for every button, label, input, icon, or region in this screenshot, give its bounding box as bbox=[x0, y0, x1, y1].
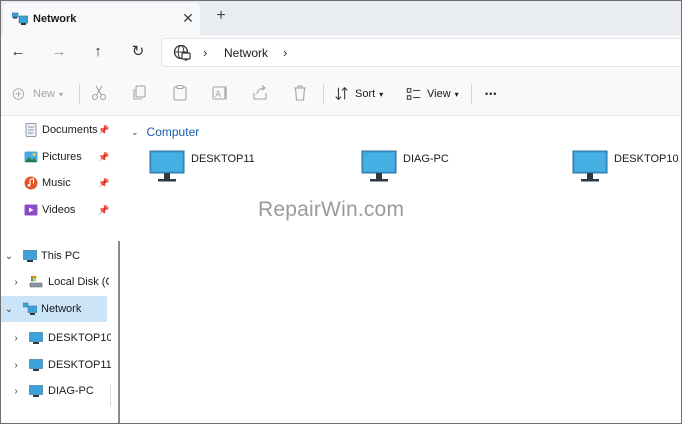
breadcrumb-network[interactable]: Network bbox=[224, 46, 268, 60]
chevron-down-icon[interactable]: ⌄ bbox=[3, 304, 15, 315]
videos-icon bbox=[24, 204, 38, 216]
tab-strip: Network ✕ + bbox=[1, 1, 681, 35]
file-explorer-window: Network ✕ + ← → ↑ ↻ › Network › New ▾ A … bbox=[0, 0, 682, 424]
new-button[interactable]: New ▾ bbox=[12, 83, 63, 105]
sidebar-item-label: DESKTOP10 bbox=[48, 332, 111, 344]
chevron-right-icon[interactable]: › bbox=[283, 45, 287, 60]
music-icon bbox=[24, 176, 38, 190]
network-icon bbox=[12, 12, 28, 25]
pane-divider bbox=[110, 384, 111, 406]
computer-label: DIAG-PC bbox=[403, 153, 449, 165]
close-tab-icon[interactable]: ✕ bbox=[179, 9, 197, 27]
sidebar-item-label: Pictures bbox=[42, 151, 82, 163]
computer-icon bbox=[29, 385, 43, 397]
pin-icon[interactable]: 📌 bbox=[98, 152, 109, 163]
this-pc-icon bbox=[23, 250, 37, 262]
tab-network[interactable]: Network ✕ bbox=[3, 3, 200, 35]
command-bar: New ▾ A Sort ▾ View ▾ ••• bbox=[1, 71, 681, 116]
sidebar-item-pictures[interactable]: Pictures 📌 bbox=[1, 144, 111, 170]
chevron-down-icon: ⌄ bbox=[131, 126, 139, 137]
computer-label: DESKTOP10 bbox=[614, 153, 679, 165]
chevron-right-icon[interactable]: › bbox=[10, 386, 22, 397]
refresh-button[interactable]: ↻ bbox=[126, 40, 150, 64]
copy-icon[interactable] bbox=[131, 84, 149, 102]
navigation-pane: Documents 📌 Pictures 📌 Music 📌 Videos 📌 … bbox=[1, 116, 119, 423]
navigation-bar: ← → ↑ ↻ › Network › bbox=[1, 35, 681, 71]
sidebar-item-desktop10[interactable]: › DESKTOP10 bbox=[1, 325, 111, 351]
sidebar-item-network[interactable]: ⌄ Network bbox=[1, 296, 107, 322]
view-label: View bbox=[427, 88, 451, 100]
sort-icon bbox=[335, 87, 348, 101]
new-label: New bbox=[33, 88, 56, 100]
computer-item-desktop11[interactable]: DESKTOP11 bbox=[149, 150, 309, 186]
chevron-right-icon[interactable]: › bbox=[10, 333, 22, 344]
new-tab-button[interactable]: + bbox=[212, 7, 230, 25]
sidebar-item-label: Local Disk (C: bbox=[48, 276, 109, 288]
sidebar-item-label: Documents bbox=[42, 124, 98, 136]
sort-label: Sort bbox=[355, 88, 376, 100]
pin-icon[interactable]: 📌 bbox=[98, 178, 109, 189]
cut-icon[interactable] bbox=[90, 84, 108, 102]
chevron-down-icon: ▾ bbox=[59, 89, 64, 99]
back-button[interactable]: ← bbox=[6, 40, 30, 64]
sidebar-item-label: DIAG-PC bbox=[48, 385, 94, 397]
pin-icon[interactable]: 📌 bbox=[98, 205, 109, 216]
file-list-area: ⌄ Computer DESKTOP11 DIAG-PC DESKTOP10 R… bbox=[121, 116, 681, 423]
forward-button[interactable]: → bbox=[47, 40, 71, 64]
pin-icon[interactable]: 📌 bbox=[98, 125, 109, 136]
computer-icon bbox=[29, 359, 43, 371]
globe-network-icon bbox=[173, 44, 191, 61]
chevron-right-icon[interactable]: › bbox=[10, 360, 22, 371]
toolbar-divider bbox=[79, 84, 80, 104]
sidebar-item-label: Videos bbox=[42, 204, 76, 216]
up-button[interactable]: ↑ bbox=[86, 40, 110, 64]
sidebar-item-label: Music bbox=[42, 177, 71, 189]
drive-icon bbox=[29, 276, 43, 288]
group-header-computer[interactable]: ⌄ Computer bbox=[131, 125, 199, 139]
computer-icon bbox=[149, 150, 185, 182]
sidebar-item-label: DESKTOP11 bbox=[48, 359, 111, 371]
sidebar-item-documents[interactable]: Documents 📌 bbox=[1, 117, 111, 143]
computer-item-desktop10[interactable]: DESKTOP10 bbox=[572, 150, 681, 186]
computer-icon bbox=[572, 150, 608, 182]
computer-icon bbox=[29, 332, 43, 344]
more-options-button[interactable]: ••• bbox=[485, 83, 497, 105]
sidebar-item-desktop11[interactable]: › DESKTOP11 bbox=[1, 352, 111, 378]
group-title: Computer bbox=[146, 125, 200, 139]
share-icon[interactable] bbox=[251, 84, 269, 102]
documents-icon bbox=[25, 123, 37, 137]
sidebar-item-music[interactable]: Music 📌 bbox=[1, 170, 111, 196]
toolbar-divider bbox=[471, 84, 472, 104]
sidebar-item-diag-pc[interactable]: › DIAG-PC bbox=[1, 378, 111, 404]
sort-button[interactable]: Sort ▾ bbox=[334, 83, 383, 105]
chevron-down-icon[interactable]: ⌄ bbox=[3, 251, 15, 262]
sidebar-item-local-disk[interactable]: › Local Disk (C: bbox=[1, 269, 109, 295]
watermark-text: RepairWin.com bbox=[258, 198, 405, 221]
sidebar-item-label: Network bbox=[41, 303, 82, 315]
sidebar-item-label: This PC bbox=[41, 250, 81, 262]
svg-text:A: A bbox=[215, 90, 222, 100]
view-icon bbox=[406, 88, 421, 100]
sidebar-item-this-pc[interactable]: ⌄ This PC bbox=[1, 243, 111, 269]
navigation-pane-scrollbar[interactable] bbox=[118, 241, 120, 423]
chevron-down-icon: ▾ bbox=[454, 89, 459, 99]
tab-title: Network bbox=[33, 13, 77, 25]
delete-icon[interactable] bbox=[291, 84, 309, 102]
address-bar[interactable]: › Network › bbox=[161, 38, 681, 67]
plus-circle-icon bbox=[12, 88, 25, 100]
computer-label: DESKTOP11 bbox=[191, 153, 255, 165]
computer-icon bbox=[361, 150, 397, 182]
sidebar-item-videos[interactable]: Videos 📌 bbox=[1, 197, 111, 223]
pictures-icon bbox=[24, 151, 38, 163]
paste-icon[interactable] bbox=[171, 84, 189, 102]
view-button[interactable]: View ▾ bbox=[406, 83, 459, 105]
rename-icon[interactable]: A bbox=[211, 84, 229, 102]
chevron-right-icon[interactable]: › bbox=[203, 45, 207, 60]
chevron-right-icon[interactable]: › bbox=[10, 277, 22, 288]
network-icon bbox=[23, 302, 37, 315]
computer-item-diag-pc[interactable]: DIAG-PC bbox=[361, 150, 521, 186]
toolbar-divider bbox=[323, 84, 324, 104]
chevron-down-icon: ▾ bbox=[379, 89, 384, 99]
